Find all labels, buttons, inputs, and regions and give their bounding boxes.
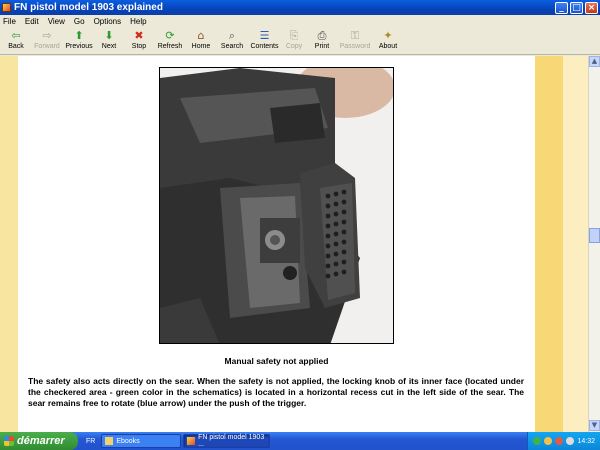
- right-margin: [535, 56, 563, 432]
- language-indicator[interactable]: FR: [86, 438, 95, 445]
- toolbar-label: Password: [339, 43, 371, 50]
- stop-button[interactable]: ✖ Stop: [124, 28, 154, 54]
- key-icon: ⚿: [350, 29, 360, 42]
- toolbar-label: Search: [220, 43, 244, 50]
- back-button[interactable]: ⇦ Back: [2, 28, 30, 54]
- scroll-up-button[interactable]: ▲: [589, 56, 600, 67]
- taskbar-button[interactable]: Ebooks: [101, 434, 182, 448]
- contents-button[interactable]: ☰ Contents: [248, 28, 281, 54]
- network-icon[interactable]: [533, 437, 542, 445]
- system-tray: 14:32: [527, 432, 600, 450]
- forward-button[interactable]: ⇨ Forward: [30, 28, 64, 54]
- up-arrow-icon: ⬆: [74, 29, 84, 42]
- copy-button[interactable]: ⎘ Copy: [281, 28, 307, 54]
- taskbar-button-label: Ebooks: [116, 437, 140, 445]
- taskbar-buttons: Ebooks FN pistol model 1903 ...: [99, 434, 271, 448]
- refresh-button[interactable]: ⟳ Refresh: [154, 28, 186, 54]
- folder-icon: [105, 437, 114, 445]
- start-button[interactable]: démarrer: [0, 432, 78, 450]
- toolbar-label: Stop: [131, 43, 147, 50]
- photo-caption: Manual safety not applied: [224, 356, 329, 366]
- minimize-button[interactable]: _: [555, 1, 568, 14]
- scroll-down-button[interactable]: ▼: [589, 420, 600, 431]
- left-margin: [0, 56, 18, 432]
- window-title: FN pistol model 1903 explained: [14, 2, 163, 13]
- taskbar-button-label: FN pistol model 1903 ...: [198, 434, 265, 448]
- home-button[interactable]: ⌂ Home: [186, 28, 216, 54]
- toolbar-label: Back: [8, 43, 24, 50]
- toolbar-label: Forward: [34, 43, 60, 50]
- maximize-button[interactable]: □: [570, 1, 583, 14]
- vertical-scrollbar[interactable]: ▲ ▼: [588, 56, 600, 432]
- app-icon: [2, 3, 11, 12]
- scroll-thumb[interactable]: [589, 228, 600, 243]
- toolbar: ⇦ Back ⇨ Forward ⬆ Previous ⬇ Next ✖ Stop ⟳ Refresh…: [0, 28, 600, 55]
- about-button[interactable]: ✦ About: [373, 28, 403, 54]
- home-icon: ⌂: [197, 29, 205, 42]
- content-area: Manual safety not applied The safety als…: [0, 56, 588, 432]
- menu-file[interactable]: File: [3, 17, 16, 26]
- previous-button[interactable]: ⬆ Previous: [64, 28, 94, 54]
- toolbar-label: About: [378, 43, 398, 50]
- start-label: démarrer: [17, 435, 65, 447]
- print-button[interactable]: ⎙ Print: [307, 28, 337, 54]
- right-outer-margin: [563, 56, 588, 432]
- stop-icon: ✖: [134, 29, 144, 42]
- toolbar-label: Previous: [65, 43, 93, 50]
- toolbar-label: Refresh: [157, 43, 183, 50]
- back-arrow-icon: ⇦: [11, 29, 21, 42]
- taskbar: démarrer FR Ebooks FN pistol model 1903 .…: [0, 432, 600, 450]
- body-paragraph: The safety also acts directly on the sea…: [28, 376, 524, 408]
- toolbar-label: Contents: [250, 43, 279, 50]
- password-button[interactable]: ⚿ Password: [337, 28, 373, 54]
- title-bar[interactable]: FN pistol model 1903 explained _ □ ×: [0, 0, 600, 15]
- security-icon[interactable]: [544, 437, 553, 445]
- next-button[interactable]: ⬇ Next: [94, 28, 124, 54]
- pistol-mechanism-photo: [159, 67, 394, 344]
- windows-logo-icon: [4, 436, 14, 446]
- volume-icon[interactable]: [566, 437, 575, 445]
- forward-arrow-icon: ⇨: [42, 29, 52, 42]
- close-button[interactable]: ×: [585, 1, 598, 14]
- update-icon[interactable]: [555, 437, 564, 445]
- search-icon: ⌕: [228, 29, 236, 42]
- page: Manual safety not applied The safety als…: [18, 56, 535, 432]
- taskbar-button[interactable]: FN pistol model 1903 ...: [183, 434, 271, 448]
- menu-edit[interactable]: Edit: [25, 17, 39, 26]
- print-icon: ⎙: [317, 29, 327, 42]
- toolbar-label: Next: [101, 43, 117, 50]
- about-icon: ✦: [383, 29, 393, 42]
- contents-icon: ☰: [259, 29, 270, 42]
- down-arrow-icon: ⬇: [104, 29, 114, 42]
- toolbar-label: Print: [314, 43, 330, 50]
- toolbar-label: Copy: [285, 43, 303, 50]
- menu-options[interactable]: Options: [94, 17, 122, 26]
- menu-bar: File Edit View Go Options Help: [0, 15, 600, 28]
- clock[interactable]: 14:32: [577, 438, 595, 445]
- ebook-app-icon: [187, 437, 196, 445]
- menu-go[interactable]: Go: [74, 17, 85, 26]
- toolbar-label: Home: [191, 43, 211, 50]
- copy-icon: ⎘: [289, 29, 299, 42]
- menu-help[interactable]: Help: [130, 17, 146, 26]
- menu-view[interactable]: View: [48, 17, 65, 26]
- search-button[interactable]: ⌕ Search: [216, 28, 248, 54]
- refresh-icon: ⟳: [165, 29, 175, 42]
